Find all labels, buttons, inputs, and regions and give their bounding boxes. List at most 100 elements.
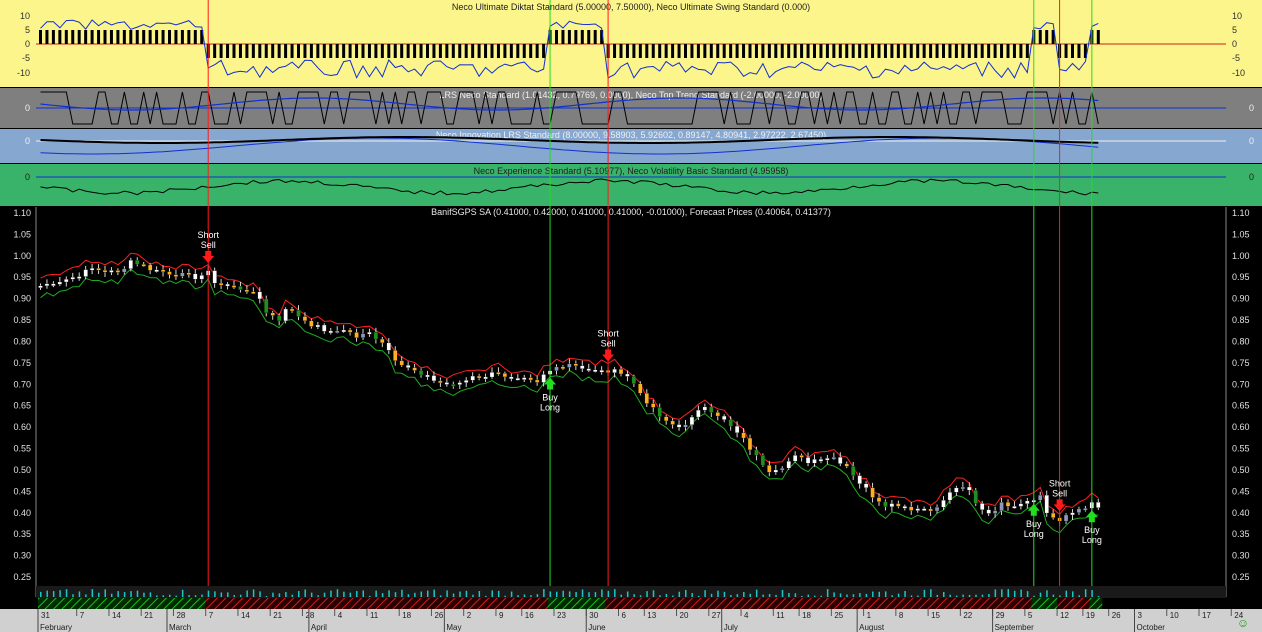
diktat-bar — [948, 44, 952, 58]
volume-bar — [330, 590, 332, 597]
month-label: June — [588, 623, 606, 632]
y-tick-label: 0.80 — [1232, 336, 1250, 346]
volume-bar — [362, 590, 364, 597]
month-label: July — [724, 623, 738, 632]
volume-bar — [504, 595, 506, 597]
diktat-bar — [838, 44, 842, 58]
volume-bar — [710, 593, 713, 597]
diktat-bar — [116, 30, 120, 44]
y-tick-label: 1.05 — [1232, 229, 1250, 239]
signal-hatch-segment — [547, 598, 606, 609]
candle — [1005, 502, 1011, 507]
candle — [664, 416, 669, 422]
candle — [889, 503, 895, 507]
volume-bar — [414, 592, 416, 597]
candle — [1038, 494, 1043, 501]
signal-label: Sell — [1052, 488, 1067, 498]
candle — [160, 269, 166, 272]
y-tick-label: 0.85 — [1232, 315, 1250, 325]
candle — [702, 406, 707, 411]
diktat-bar — [290, 44, 294, 58]
volume-bar — [459, 591, 461, 597]
volume-bar — [743, 591, 745, 597]
diktat-bar — [780, 44, 784, 58]
smiley-icon[interactable]: ☺ — [1237, 616, 1249, 630]
volume-bar — [117, 591, 119, 597]
panel1-tick-label: -10 — [17, 68, 30, 78]
volume-bar — [188, 595, 190, 597]
diktat-bar — [922, 44, 926, 58]
diktat-bar — [355, 44, 359, 58]
volume-bar — [388, 590, 390, 597]
diktat-bar — [438, 44, 442, 58]
candle — [347, 329, 353, 333]
candle — [122, 268, 127, 273]
x-tick-label: 4 — [338, 611, 343, 620]
candle — [128, 259, 133, 269]
candle — [418, 370, 424, 376]
candle — [760, 455, 766, 466]
diktat-bar — [961, 44, 965, 58]
volume-bar — [523, 594, 526, 597]
diktat-bar — [864, 44, 868, 58]
candle — [618, 368, 624, 375]
panel-tick-label: 0 — [25, 136, 30, 146]
month-label: March — [169, 623, 191, 632]
candle — [309, 320, 314, 327]
y-tick-label: 0.60 — [13, 422, 31, 432]
y-tick-label: 0.50 — [13, 465, 31, 475]
volume-bar — [923, 589, 926, 597]
diktat-bar — [71, 30, 75, 44]
signal-hatch-segment — [1031, 598, 1058, 609]
candle — [83, 269, 88, 277]
diktat-bar — [1006, 44, 1010, 58]
x-tick-label: 21 — [273, 611, 282, 620]
candle — [70, 277, 75, 280]
diktat-bar — [671, 44, 675, 58]
volume-bar — [581, 589, 584, 597]
panel1-tick-label: 5 — [1232, 25, 1237, 35]
volume-bar — [749, 593, 751, 597]
volume-bar — [478, 590, 481, 597]
candle — [367, 331, 372, 335]
candle — [799, 455, 804, 458]
diktat-bar — [484, 44, 488, 58]
signal-label: Short — [597, 328, 619, 338]
diktat-bar — [477, 44, 481, 58]
diktat-bar — [380, 44, 384, 58]
candle — [335, 330, 340, 334]
volume-bar — [1091, 590, 1093, 597]
candle — [238, 286, 243, 290]
y-tick-label: 0.70 — [1232, 379, 1250, 389]
candle — [218, 282, 224, 286]
x-tick-label: 4 — [744, 611, 749, 620]
volume-strip — [36, 586, 1226, 598]
candle — [1083, 508, 1088, 511]
candle — [902, 506, 907, 509]
month-label: August — [859, 623, 885, 632]
diktat-bar — [851, 44, 855, 58]
diktat-bar — [896, 44, 900, 58]
diktat-bar — [51, 30, 55, 44]
diktat-bar — [400, 44, 404, 58]
candle — [225, 283, 230, 287]
panel1-tick-label: -10 — [1232, 68, 1245, 78]
diktat-bar — [451, 44, 455, 58]
month-label: February — [40, 623, 72, 632]
candle — [386, 342, 391, 351]
volume-bar — [1039, 592, 1042, 597]
volume-bar — [697, 595, 700, 597]
volume-bar — [104, 589, 106, 597]
candle — [64, 279, 69, 283]
panel1-tick-label: 5 — [25, 25, 30, 35]
y-tick-label: 0.55 — [13, 444, 31, 454]
diktat-bar — [232, 44, 236, 58]
volume-bar — [1026, 591, 1029, 597]
volume-bar — [375, 590, 377, 597]
candle — [302, 316, 308, 321]
candle — [1096, 501, 1101, 508]
candle — [560, 366, 566, 370]
volume-bar — [949, 594, 951, 597]
candle — [315, 324, 321, 328]
candle — [1076, 508, 1082, 513]
